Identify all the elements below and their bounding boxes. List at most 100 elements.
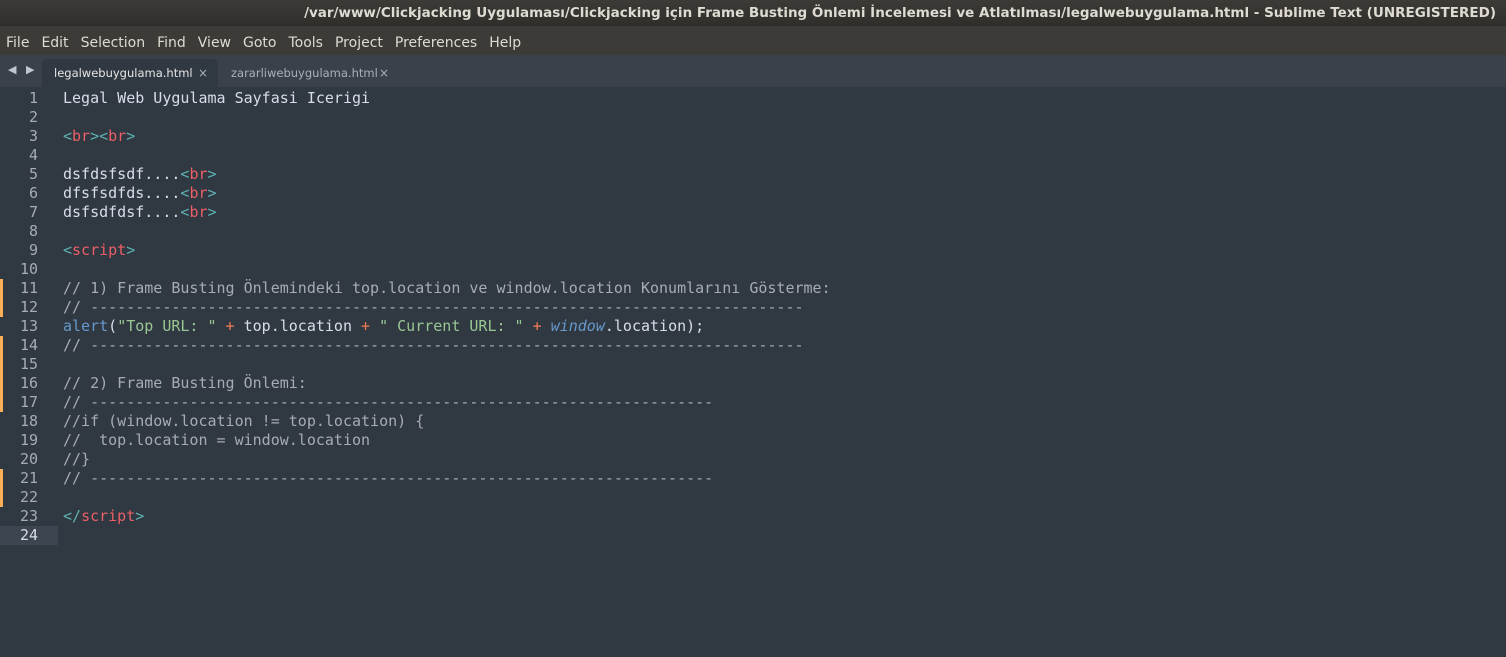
code-line[interactable]: 7 dsfsdfdsf....<br> — [0, 203, 1506, 222]
line-number: 9 — [28, 241, 38, 259]
code-line[interactable]: 20 //} — [0, 450, 1506, 469]
tab-nav-arrows-icon[interactable]: ◀ ▶ — [8, 63, 37, 76]
line-code: dsfdsfsdf....<br> — [63, 165, 217, 184]
line-number: 17 — [19, 393, 38, 411]
code-line[interactable]: 12 // -----------------------------------… — [0, 298, 1506, 317]
line-number: 4 — [28, 146, 38, 164]
code-token: + — [523, 317, 551, 335]
code-line[interactable]: 4 — [0, 146, 1506, 165]
code-line[interactable]: 3 <br><br> — [0, 127, 1506, 146]
line-number: 1 — [28, 89, 38, 107]
close-icon[interactable]: × — [379, 59, 389, 87]
code-line[interactable]: 21 // -----------------------------------… — [0, 469, 1506, 488]
tab-bar: ◀ ▶ legalwebuygulama.html × zararliwebuy… — [0, 55, 1506, 87]
code-token: // -------------------------------------… — [63, 336, 804, 354]
code-token: // -------------------------------------… — [63, 469, 714, 487]
line-number: 15 — [19, 355, 38, 373]
code-line[interactable]: 15 — [0, 355, 1506, 374]
menu-find[interactable]: Find — [157, 35, 186, 51]
line-number: 24 — [19, 526, 38, 544]
menu-edit[interactable]: Edit — [41, 35, 68, 51]
line-number: 2 — [28, 108, 38, 126]
line-code: // -------------------------------------… — [63, 393, 713, 412]
line-number: 20 — [19, 450, 38, 468]
code-token: // 2) Frame Busting Önlemi: — [63, 374, 307, 392]
code-line[interactable]: 24 — [0, 526, 1506, 545]
code-line[interactable]: 2 — [0, 108, 1506, 127]
code-line[interactable]: 22 — [0, 488, 1506, 507]
code-token: // top.location = window.location — [63, 431, 371, 449]
line-number: 16 — [19, 374, 38, 392]
line-number: 19 — [19, 431, 38, 449]
code-token: > — [135, 507, 145, 525]
line-number: 13 — [19, 317, 38, 335]
code-line[interactable]: 9 <script> — [0, 241, 1506, 260]
menu-selection[interactable]: Selection — [81, 35, 146, 51]
line-number: 22 — [19, 488, 38, 506]
code-token: > — [126, 241, 136, 259]
menu-preferences[interactable]: Preferences — [395, 35, 477, 51]
tab-legalwebuygulama[interactable]: legalwebuygulama.html × — [42, 59, 218, 87]
code-token: > — [207, 165, 217, 183]
menu-tools[interactable]: Tools — [288, 35, 323, 51]
line-code: Legal Web Uygulama Sayfasi Icerigi — [63, 89, 370, 108]
code-token: " Current URL: " — [379, 317, 524, 335]
line-code: // -------------------------------------… — [63, 298, 804, 317]
code-editor[interactable]: 1 Legal Web Uygulama Sayfasi Icerigi 2 3 <br… — [0, 87, 1506, 657]
code-line[interactable]: 8 — [0, 222, 1506, 241]
code-line[interactable]: 6 dfsfsdfds....<br> — [0, 184, 1506, 203]
code-token: < — [63, 241, 73, 259]
code-line[interactable]: 10 — [0, 260, 1506, 279]
code-token: br — [72, 127, 91, 145]
code-token: </ — [63, 507, 82, 525]
line-number: 23 — [19, 507, 38, 525]
window-title: /var/www/Clickjacking Uygulaması/Clickja… — [0, 0, 1506, 26]
line-code: // -------------------------------------… — [63, 336, 804, 355]
line-code: dsfsdfdsf....<br> — [63, 203, 217, 222]
menu-view[interactable]: View — [198, 35, 231, 51]
code-token: ( — [108, 317, 118, 335]
code-token: script — [81, 507, 136, 525]
code-token: //if (window.location != top.location) { — [63, 412, 425, 430]
line-number: 7 — [28, 203, 38, 221]
code-line[interactable]: 18 //if (window.location != top.location)… — [0, 412, 1506, 431]
code-line[interactable]: 13 alert("Top URL: " + top.location + " C… — [0, 317, 1506, 336]
code-line[interactable]: 19 // top.location = window.location — [0, 431, 1506, 450]
line-number: 5 — [28, 165, 38, 183]
tab-zararliwebuygulama[interactable]: zararliwebuygulama.html × — [219, 59, 399, 87]
code-token: "Top URL: " — [117, 317, 217, 335]
code-line[interactable]: 14 // -----------------------------------… — [0, 336, 1506, 355]
code-line[interactable]: 1 Legal Web Uygulama Sayfasi Icerigi — [0, 89, 1506, 108]
code-token: > — [207, 184, 217, 202]
menu-goto[interactable]: Goto — [243, 35, 276, 51]
line-number: 14 — [19, 336, 38, 354]
code-token: < — [63, 127, 73, 145]
line-code: alert("Top URL: " + top.location + " Cur… — [63, 317, 704, 336]
code-token: alert — [63, 317, 109, 335]
code-line[interactable]: 16 // 2) Frame Busting Önlemi: — [0, 374, 1506, 393]
menu-file[interactable]: File — [6, 35, 29, 51]
line-number: 3 — [28, 127, 38, 145]
line-code: // -------------------------------------… — [63, 469, 713, 488]
line-number: 8 — [28, 222, 38, 240]
code-line[interactable]: 23 </script> — [0, 507, 1506, 526]
line-code: // top.location = window.location — [63, 431, 370, 450]
code-line[interactable]: 11 // 1) Frame Busting Önlemindeki top.lo… — [0, 279, 1506, 298]
line-code: <br><br> — [63, 127, 135, 146]
menu-project[interactable]: Project — [335, 35, 383, 51]
menu-help[interactable]: Help — [489, 35, 521, 51]
line-code: //if (window.location != top.location) { — [63, 412, 424, 431]
code-token: Legal Web Uygulama Sayfasi Icerigi — [63, 89, 371, 107]
code-token: >< — [90, 127, 109, 145]
close-icon[interactable]: × — [198, 59, 208, 87]
line-number: 18 — [19, 412, 38, 430]
line-code: // 2) Frame Busting Önlemi: — [63, 374, 307, 393]
line-number: 11 — [19, 279, 38, 297]
code-token: top.location — [243, 317, 352, 335]
code-token: // 1) Frame Busting Önlemindeki top.loca… — [63, 279, 831, 297]
code-token: //} — [63, 450, 91, 468]
code-line[interactable]: 17 // -----------------------------------… — [0, 393, 1506, 412]
code-token: // -------------------------------------… — [63, 393, 714, 411]
code-token: dsfsdfdsf.... — [63, 203, 181, 221]
code-line[interactable]: 5 dsfdsfsdf....<br> — [0, 165, 1506, 184]
